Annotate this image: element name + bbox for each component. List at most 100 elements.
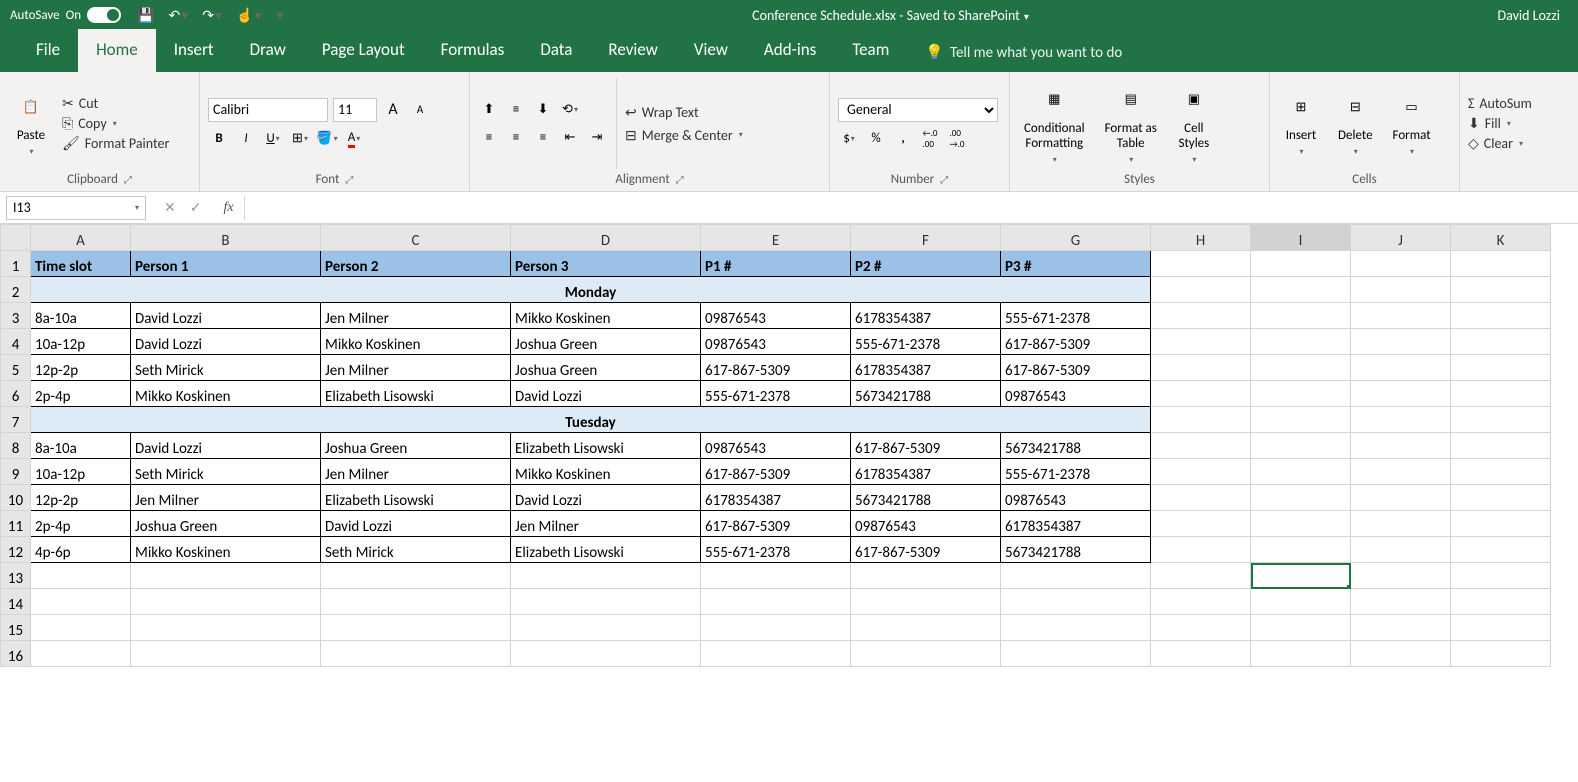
cell-H8[interactable] bbox=[1151, 433, 1251, 459]
cell-H15[interactable] bbox=[1151, 615, 1251, 641]
row-header-11[interactable]: 11 bbox=[1, 511, 31, 537]
name-box[interactable]: I13 ▾ bbox=[6, 196, 146, 220]
increase-decimal-icon[interactable]: ←.0.00 bbox=[919, 128, 941, 150]
row-header-5[interactable]: 5 bbox=[1, 355, 31, 381]
number-format-combo[interactable]: General bbox=[838, 98, 998, 122]
underline-button[interactable]: U▾ bbox=[262, 128, 284, 150]
cell-G3[interactable]: 555-671-2378 bbox=[1001, 303, 1151, 329]
cell-B1[interactable]: Person 1 bbox=[131, 251, 321, 277]
cell-E16[interactable] bbox=[701, 641, 851, 667]
conditional-formatting-button[interactable]: ▦ Conditional Formatting▾ bbox=[1018, 78, 1091, 169]
bold-button[interactable]: B bbox=[208, 128, 230, 150]
cell-K2[interactable] bbox=[1451, 277, 1551, 303]
cell-B15[interactable] bbox=[131, 615, 321, 641]
cell-G13[interactable] bbox=[1001, 563, 1151, 589]
row-header-10[interactable]: 10 bbox=[1, 485, 31, 511]
cell-G11[interactable]: 6178354387 bbox=[1001, 511, 1151, 537]
cell-F5[interactable]: 6178354387 bbox=[851, 355, 1001, 381]
autosum-button[interactable]: ΣAutoSum bbox=[1468, 95, 1570, 112]
cell-G16[interactable] bbox=[1001, 641, 1151, 667]
orientation-icon[interactable]: ⟲▾ bbox=[559, 99, 581, 121]
increase-indent-icon[interactable]: ⇥ bbox=[586, 127, 608, 149]
font-dialog-icon[interactable]: ⤢ bbox=[345, 173, 353, 186]
cell-I12[interactable] bbox=[1251, 537, 1351, 563]
cell-I2[interactable] bbox=[1251, 277, 1351, 303]
borders-button[interactable]: ⊞▾ bbox=[289, 128, 311, 150]
row-header-2[interactable]: 2 bbox=[1, 277, 31, 303]
cell-J4[interactable] bbox=[1351, 329, 1451, 355]
cell-J11[interactable] bbox=[1351, 511, 1451, 537]
cut-button[interactable]: ✂Cut bbox=[62, 95, 169, 112]
tab-formulas[interactable]: Formulas bbox=[423, 29, 523, 72]
spreadsheet-grid[interactable]: ABCDEFGHIJK1Time slotPerson 1Person 2Per… bbox=[0, 224, 1578, 667]
row-header-15[interactable]: 15 bbox=[1, 615, 31, 641]
row-header-7[interactable]: 7 bbox=[1, 407, 31, 433]
cell-J7[interactable] bbox=[1351, 407, 1451, 433]
format-painter-button[interactable]: 🖌Format Painter bbox=[62, 135, 169, 152]
cell-I9[interactable] bbox=[1251, 459, 1351, 485]
namebox-dropdown-icon[interactable]: ▾ bbox=[135, 203, 139, 213]
col-header-K[interactable]: K bbox=[1451, 225, 1551, 251]
enter-formula-icon[interactable]: ✓ bbox=[190, 199, 202, 216]
col-header-A[interactable]: A bbox=[31, 225, 131, 251]
cell-H3[interactable] bbox=[1151, 303, 1251, 329]
cell-H10[interactable] bbox=[1151, 485, 1251, 511]
italic-button[interactable]: I bbox=[235, 128, 257, 150]
cell-J2[interactable] bbox=[1351, 277, 1451, 303]
fill-color-button[interactable]: 🪣▾ bbox=[316, 128, 338, 150]
cell-E12[interactable]: 555-671-2378 bbox=[701, 537, 851, 563]
cell-J12[interactable] bbox=[1351, 537, 1451, 563]
cell-A5[interactable]: 12p-2p bbox=[31, 355, 131, 381]
decrease-indent-icon[interactable]: ⇤ bbox=[559, 127, 581, 149]
cell-I4[interactable] bbox=[1251, 329, 1351, 355]
cell-C15[interactable] bbox=[321, 615, 511, 641]
cell-E10[interactable]: 6178354387 bbox=[701, 485, 851, 511]
cell-D1[interactable]: Person 3 bbox=[511, 251, 701, 277]
cell-A4[interactable]: 10a-12p bbox=[31, 329, 131, 355]
align-bottom-icon[interactable]: ⬇ bbox=[532, 99, 554, 121]
cell-I6[interactable] bbox=[1251, 381, 1351, 407]
cell-D10[interactable]: David Lozzi bbox=[511, 485, 701, 511]
format-as-table-button[interactable]: ▤ Format as Table▾ bbox=[1099, 78, 1163, 169]
insert-cells-button[interactable]: ⊞Insert▾ bbox=[1278, 78, 1324, 169]
formula-input[interactable] bbox=[244, 196, 1578, 220]
cell-H11[interactable] bbox=[1151, 511, 1251, 537]
cell-D14[interactable] bbox=[511, 589, 701, 615]
document-title[interactable]: Conference Schedule.xlsx - Saved to Shar… bbox=[284, 7, 1498, 24]
cell-J5[interactable] bbox=[1351, 355, 1451, 381]
cell-B10[interactable]: Jen Milner bbox=[131, 485, 321, 511]
cell-C9[interactable]: Jen Milner bbox=[321, 459, 511, 485]
cell-K8[interactable] bbox=[1451, 433, 1551, 459]
cell-A6[interactable]: 2p-4p bbox=[31, 381, 131, 407]
cell-B16[interactable] bbox=[131, 641, 321, 667]
cell-K14[interactable] bbox=[1451, 589, 1551, 615]
cell-H9[interactable] bbox=[1151, 459, 1251, 485]
tell-me-search[interactable]: 💡 Tell me what you want to do bbox=[907, 33, 1140, 72]
cell-K12[interactable] bbox=[1451, 537, 1551, 563]
cell-F3[interactable]: 6178354387 bbox=[851, 303, 1001, 329]
cell-G10[interactable]: 09876543 bbox=[1001, 485, 1151, 511]
tab-team[interactable]: Team bbox=[834, 29, 907, 72]
cell-F11[interactable]: 09876543 bbox=[851, 511, 1001, 537]
row-header-13[interactable]: 13 bbox=[1, 563, 31, 589]
cell-E13[interactable] bbox=[701, 563, 851, 589]
cell-D13[interactable] bbox=[511, 563, 701, 589]
align-right-icon[interactable]: ≡ bbox=[532, 127, 554, 149]
tab-view[interactable]: View bbox=[676, 29, 746, 72]
row-header-8[interactable]: 8 bbox=[1, 433, 31, 459]
save-icon[interactable]: 💾 bbox=[137, 7, 154, 24]
col-header-F[interactable]: F bbox=[851, 225, 1001, 251]
select-all-corner[interactable] bbox=[1, 225, 31, 251]
cell-A9[interactable]: 10a-12p bbox=[31, 459, 131, 485]
cell-A3[interactable]: 8a-10a bbox=[31, 303, 131, 329]
cell-H6[interactable] bbox=[1151, 381, 1251, 407]
cell-I15[interactable] bbox=[1251, 615, 1351, 641]
cell-C8[interactable]: Joshua Green bbox=[321, 433, 511, 459]
cell-E8[interactable]: 09876543 bbox=[701, 433, 851, 459]
cell-G1[interactable]: P3 # bbox=[1001, 251, 1151, 277]
row-header-14[interactable]: 14 bbox=[1, 589, 31, 615]
font-size-combo[interactable] bbox=[333, 98, 377, 122]
cell-K6[interactable] bbox=[1451, 381, 1551, 407]
cell-F9[interactable]: 6178354387 bbox=[851, 459, 1001, 485]
cell-A2[interactable]: Monday bbox=[31, 277, 1151, 303]
